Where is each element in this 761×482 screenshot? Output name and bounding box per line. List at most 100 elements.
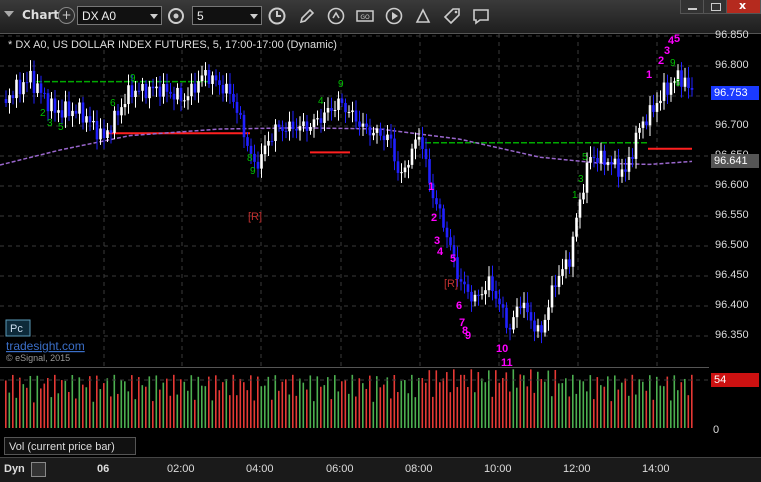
volume-bar bbox=[463, 374, 466, 428]
chevron-down-icon[interactable] bbox=[150, 14, 158, 19]
td-up-count: 1 bbox=[646, 69, 652, 81]
volume-bar bbox=[358, 378, 361, 428]
volume-bar bbox=[47, 377, 49, 428]
volume-bar bbox=[166, 378, 168, 428]
price-bar bbox=[379, 128, 382, 136]
price-chart[interactable]: 12345678910111234 523 596899413596 * DX A0… bbox=[0, 34, 709, 366]
pencil-icon[interactable] bbox=[297, 6, 317, 26]
volume-bar bbox=[78, 377, 81, 428]
symbol-input[interactable]: DX A0 bbox=[77, 6, 162, 25]
interval-input[interactable]: 5 bbox=[192, 6, 262, 25]
volume-bar bbox=[281, 381, 284, 428]
play-icon[interactable] bbox=[384, 6, 404, 26]
volume-bar bbox=[628, 395, 630, 428]
volume-bar bbox=[488, 370, 490, 428]
volume-bar bbox=[12, 374, 14, 428]
price-bar bbox=[190, 83, 193, 97]
price-bar bbox=[575, 217, 578, 237]
volume-bar bbox=[491, 396, 494, 428]
price-bar bbox=[400, 172, 403, 174]
price-axis[interactable]: 96.85096.80096.75096.70096.65096.60096.5… bbox=[709, 29, 761, 366]
price-bar bbox=[242, 114, 246, 138]
price-bar bbox=[106, 130, 109, 138]
price-bar bbox=[683, 77, 687, 87]
volume-bar bbox=[152, 401, 154, 428]
maximize-button[interactable] bbox=[703, 0, 728, 14]
volume-bar bbox=[341, 381, 343, 428]
watermark-link[interactable]: tradesight.com bbox=[6, 339, 85, 353]
volume-bar bbox=[131, 375, 133, 428]
volume-bar bbox=[484, 382, 487, 428]
volume-bar bbox=[40, 388, 42, 428]
price-bar bbox=[295, 128, 298, 131]
cursor-icon[interactable] bbox=[326, 6, 346, 26]
price-bar bbox=[550, 285, 554, 308]
volume-bar bbox=[145, 386, 147, 428]
price-bar bbox=[354, 110, 358, 122]
volume-bar bbox=[222, 382, 224, 428]
comment-icon[interactable] bbox=[471, 6, 491, 26]
price-bar bbox=[200, 75, 204, 82]
price-bar bbox=[557, 275, 561, 287]
volume-bar bbox=[204, 386, 207, 428]
volume-bar bbox=[456, 387, 459, 428]
time-tick-label: 06 bbox=[97, 463, 110, 475]
chart-menu-arrow-icon[interactable] bbox=[4, 11, 14, 17]
studies-icon[interactable]: GO bbox=[355, 6, 375, 26]
link-icon[interactable] bbox=[166, 6, 186, 26]
price-bar bbox=[375, 128, 379, 133]
price-bar bbox=[652, 105, 655, 112]
volume-bar bbox=[330, 399, 333, 428]
tag-icon[interactable] bbox=[442, 6, 462, 26]
volume-bar bbox=[232, 374, 235, 428]
volume-bar bbox=[621, 382, 623, 428]
volume-bar bbox=[453, 369, 455, 428]
price-bar bbox=[214, 75, 218, 81]
chart-title: * DX A0, US DOLLAR INDEX FUTURES, 5, 17:… bbox=[8, 39, 337, 51]
volume-bar bbox=[124, 381, 126, 428]
add-symbol-icon[interactable]: + bbox=[58, 7, 75, 24]
price-bar bbox=[319, 118, 323, 123]
volume-bar bbox=[344, 379, 347, 428]
price-bar bbox=[172, 93, 176, 100]
price-bar bbox=[218, 80, 221, 86]
price-bar bbox=[515, 306, 519, 318]
volume-bar bbox=[292, 374, 294, 428]
td-setup-count: 6 bbox=[675, 78, 681, 89]
price-bar bbox=[281, 126, 284, 131]
price-bar bbox=[564, 259, 568, 270]
price-tick-label: 96.350 bbox=[715, 329, 749, 341]
symbol-value: DX A0 bbox=[82, 9, 117, 23]
close-button[interactable]: x bbox=[726, 0, 761, 14]
price-tick-label: 96.850 bbox=[715, 29, 749, 41]
volume-bar bbox=[568, 396, 571, 428]
price-bar bbox=[113, 110, 116, 133]
clock-icon[interactable] bbox=[267, 6, 287, 26]
lock-icon[interactable] bbox=[31, 462, 46, 477]
volume-bar bbox=[649, 375, 651, 428]
volume-bar bbox=[169, 395, 172, 428]
chevron-down-icon[interactable] bbox=[250, 14, 258, 19]
price-bar bbox=[274, 124, 277, 141]
volume-bar bbox=[677, 390, 679, 428]
price-bar bbox=[648, 105, 652, 126]
price-bar bbox=[512, 317, 515, 330]
volume-bar bbox=[519, 374, 522, 428]
price-bar bbox=[326, 108, 330, 113]
drawing-tools-icon[interactable] bbox=[413, 6, 433, 26]
toolbar: Chart + DX A0 5 GO x bbox=[0, 0, 761, 34]
price-bar bbox=[568, 259, 571, 267]
volume-bar bbox=[421, 378, 424, 428]
minimize-button[interactable] bbox=[680, 0, 705, 14]
chart-menu-label[interactable]: Chart bbox=[22, 8, 59, 22]
volume-bar bbox=[257, 376, 259, 428]
volume-chart[interactable] bbox=[0, 367, 709, 436]
price-bar bbox=[554, 285, 557, 287]
volume-bar bbox=[596, 377, 599, 428]
price-bar bbox=[312, 119, 316, 128]
price-bar bbox=[130, 85, 134, 98]
dyn-label[interactable]: Dyn bbox=[4, 463, 25, 475]
price-bar bbox=[176, 87, 179, 100]
price-bar bbox=[368, 126, 372, 136]
time-axis[interactable]: Dyn 06 02:00 04:00 06:00 08:00 10:00 12:00 14:0… bbox=[0, 457, 761, 482]
